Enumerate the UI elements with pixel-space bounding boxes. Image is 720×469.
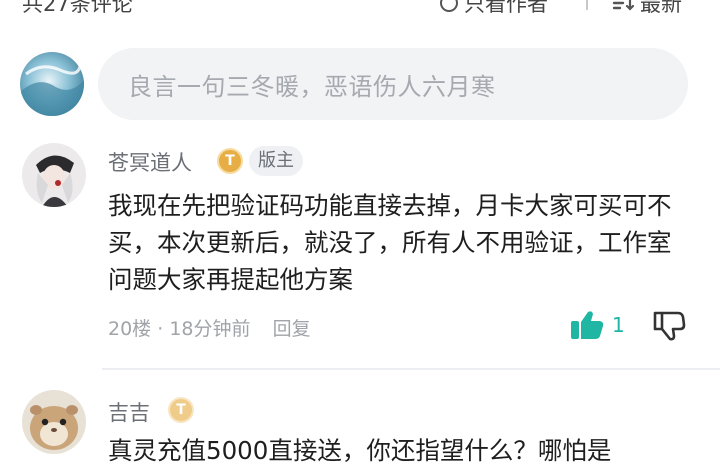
comment-input-placeholder: 良言一句三冬暖，恶语伤人六月寒 xyxy=(128,72,496,101)
avatar[interactable] xyxy=(22,390,86,454)
like-count: 1 xyxy=(612,313,625,337)
comment-divider xyxy=(102,368,720,370)
comment-meta: 20楼 · 18分钟前 回复 xyxy=(108,314,311,341)
sort-button[interactable]: 最新 xyxy=(612,0,682,18)
my-avatar[interactable] xyxy=(20,52,84,116)
comment-text: 真灵充值5000直接送，你还指望什么？哪怕是 xyxy=(108,436,612,465)
comment-time: 18分钟前 xyxy=(169,318,251,340)
reply-button[interactable]: 回复 xyxy=(273,318,311,340)
like-button[interactable]: 1 xyxy=(570,310,625,340)
thumbs-up-icon xyxy=(571,311,604,339)
moderator-badge: 版主 xyxy=(249,146,303,176)
dislike-button[interactable] xyxy=(652,310,686,346)
floor-number: 20楼 xyxy=(108,318,152,340)
sort-icon xyxy=(612,0,634,11)
comment-count: 共27条评论 xyxy=(22,0,133,16)
username[interactable]: 吉吉 xyxy=(108,397,150,427)
thumbs-down-icon xyxy=(653,311,686,341)
username[interactable]: 苍冥道人 xyxy=(108,147,192,177)
header-divider xyxy=(586,0,588,10)
comment-text: 我现在先把验证码功能直接去掉，月卡大家可买可不买，本次更新后，就没了，所有人不用… xyxy=(108,191,672,294)
level-badge-icon: T xyxy=(168,397,194,423)
meta-dot: · xyxy=(157,318,170,340)
radio-icon xyxy=(440,0,458,12)
avatar[interactable] xyxy=(22,143,86,207)
only-author-label: 只看作者 xyxy=(464,0,548,16)
comment-input[interactable]: 良言一句三冬暖，恶语伤人六月寒 xyxy=(98,48,688,120)
sort-label: 最新 xyxy=(640,0,682,16)
only-author-toggle[interactable]: 只看作者 xyxy=(440,0,548,18)
level-badge-icon: T xyxy=(217,148,243,174)
